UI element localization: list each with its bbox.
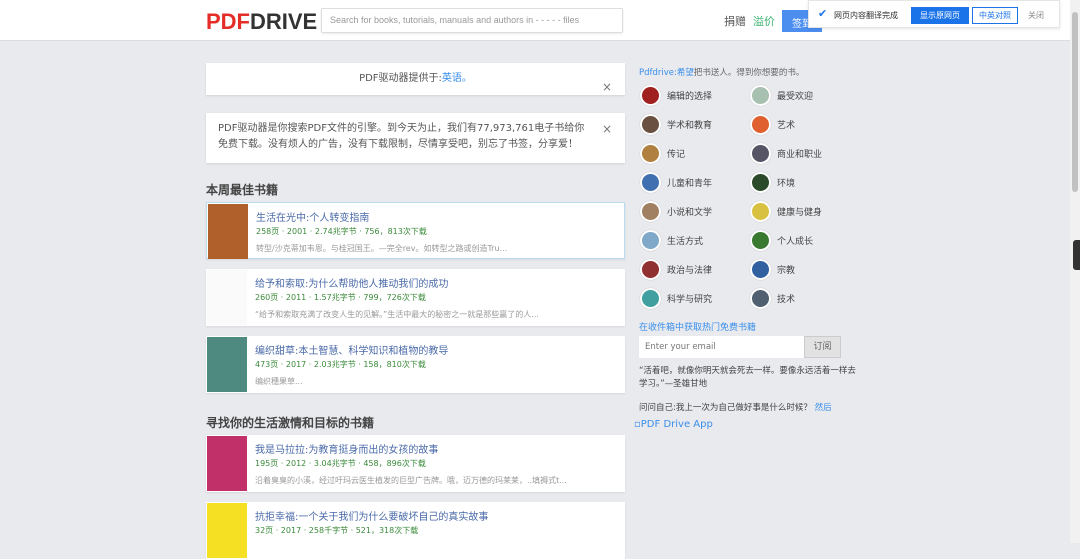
ask-yourself: 问问自己:我上一次为自己做好事是什么时候？ 然后 [639,403,832,413]
book-title[interactable]: 抗拒幸福:一个关于我们为什么要破坏自己的真实故事 [255,508,488,523]
donate-link[interactable]: 捐赠 [724,13,746,29]
category-link[interactable]: 技术 [750,288,795,309]
intro-text: PDF驱动器是你搜索PDF文件的引擎。到今天为止，我们有77,973,761电子… [218,123,585,150]
book-title[interactable]: 编织甜草:本土智慧、科学知识和植物的教导 [255,342,448,357]
language-link[interactable]: 英语。 [442,73,472,84]
category-link[interactable]: 艺术 [750,114,795,135]
scrollbar-thumb[interactable] [1072,12,1078,192]
category-icon [750,259,771,280]
category-link[interactable]: 最受欢迎 [750,85,813,106]
category-link[interactable]: 儿童和青年 [640,172,712,193]
category-link[interactable]: 政治与法律 [640,259,712,280]
translate-close-button[interactable]: 关闭 [1028,10,1044,21]
category-icon [750,114,771,135]
logo[interactable]: PDFDRIVE [206,9,317,35]
category-link[interactable]: 学术和教育 [640,114,712,135]
translate-message: 网页内容翻译完成 [834,11,898,20]
category-link[interactable]: 编辑的选择 [640,85,712,106]
category-link[interactable]: 传记 [640,143,685,164]
category-link[interactable]: 宗教 [750,259,795,280]
show-original-button[interactable]: 显示原网页 [911,7,969,24]
category-icon [750,288,771,309]
book-card[interactable]: 给予和索取:为什么帮助他人推动我们的成功 260页 · 2011 · 1.57兆… [206,269,625,326]
intro-notice: PDF驱动器是你搜索PDF文件的引擎。到今天为止，我们有77,973,761电子… [206,113,625,163]
ask-link[interactable]: 然后 [815,403,832,413]
quote: “活着吧，就像你明天就会死去一样。要像永远活着一样去学习。”—圣雄甘地 [639,366,856,389]
category-link[interactable]: 环境 [750,172,795,193]
section-title: 本周最佳书籍 [206,183,279,197]
book-description: 转型/沙克蒂加韦恩。与桂冠国王。—完全rev。如转型之路或创造Tru... [256,244,508,253]
check-icon: ✔ [818,7,828,20]
book-cover[interactable] [207,436,247,491]
book-card[interactable]: 生活在光中:个人转变指南 258页 · 2001 · 2.74兆字节 · 756… [206,202,625,259]
notice-text: PDF驱动器提供于: [359,73,442,84]
book-card[interactable]: 编织甜草:本土智慧、科学知识和植物的教导 473页 · 2017 · 2.03兆… [206,336,625,393]
email-input[interactable]: Enter your email [639,336,804,358]
close-icon[interactable]: × [602,121,612,137]
category-link[interactable]: 健康与健身 [750,201,822,222]
book-meta: 258页 · 2001 · 2.74兆字节 · 756，813次下载 [256,227,427,236]
subscribe-button[interactable]: 订阅 [804,336,841,358]
book-cover[interactable] [208,204,248,259]
book-meta: 260页 · 2011 · 1.57兆字节 · 799，726次下载 [255,293,426,302]
book-meta: 32页 · 2017 · 258千字节 · 521，318次下载 [255,526,419,535]
category-link[interactable]: 商业和职业 [750,143,822,164]
category-link[interactable]: 生活方式 [640,230,703,251]
category-icon [640,259,661,280]
category-icon [640,172,661,193]
book-title[interactable]: 我是马拉拉:为教育挺身而出的女孩的故事 [255,441,438,456]
category-link[interactable]: 个人成长 [750,230,813,251]
tagline-link[interactable]: Pdfdrive:希望 [639,68,694,78]
category-icon [750,85,771,106]
side-widget-button[interactable] [1073,240,1080,270]
premium-link[interactable]: 溢价 [753,13,775,29]
book-cover[interactable] [207,270,247,325]
category-icon [640,201,661,222]
email-heading: 在收件箱中获取热门免费书籍 [639,323,757,333]
book-description: “给予和索取充满了改变人生的见解。”生活中最大的秘密之一就是那些赢了的人... [255,310,539,319]
category-link[interactable]: 小说和文学 [640,201,712,222]
book-meta: 195页 · 2012 · 3.04兆字节 · 458，896次下载 [255,459,426,468]
book-cover[interactable] [207,503,247,558]
translate-bar: ✔ 网页内容翻译完成 显示原网页 中英对照 关闭 [808,0,1060,28]
broken-image-icon: ▫ [634,419,641,430]
search-input[interactable]: Search for books, tutorials, manuals and… [321,8,623,33]
book-meta: 473页 · 2017 · 2.03兆字节 · 158，810次下载 [255,360,426,369]
book-title[interactable]: 给予和索取:为什么帮助他人推动我们的成功 [255,275,448,290]
category-icon [750,172,771,193]
book-description: 编织穗果草... [255,377,303,386]
category-link[interactable]: 科学与研究 [640,288,712,309]
category-icon [640,85,661,106]
category-icon [750,143,771,164]
category-icon [640,114,661,135]
language-notice: PDF驱动器提供于:英语。 × [206,63,625,95]
bilingual-button[interactable]: 中英对照 [972,7,1018,24]
close-icon[interactable]: × [602,71,612,103]
app-image-link[interactable]: ▫PDF Drive App [634,419,713,430]
category-icon [640,288,661,309]
book-cover[interactable] [207,337,247,392]
category-icon [750,201,771,222]
book-title[interactable]: 生活在光中:个人转变指南 [256,209,369,224]
scrollbar[interactable] [1070,0,1080,543]
tagline: Pdfdrive:希望把书送人。得到你想要的书。 [639,68,805,78]
book-description: 沿着臭臭的小溪，经过吁玛云医生植发的巨型广告牌。哦，迈万德的玛莱莱，..填褥式t… [255,476,567,485]
book-card[interactable]: 抗拒幸福:一个关于我们为什么要破坏自己的真实故事 32页 · 2017 · 25… [206,502,625,559]
category-icon [640,230,661,251]
section-title: 寻找你的生活激情和目标的书籍 [206,416,375,430]
book-card[interactable]: 我是马拉拉:为教育挺身而出的女孩的故事 195页 · 2012 · 3.04兆字… [206,435,625,492]
category-icon [640,143,661,164]
category-icon [750,230,771,251]
